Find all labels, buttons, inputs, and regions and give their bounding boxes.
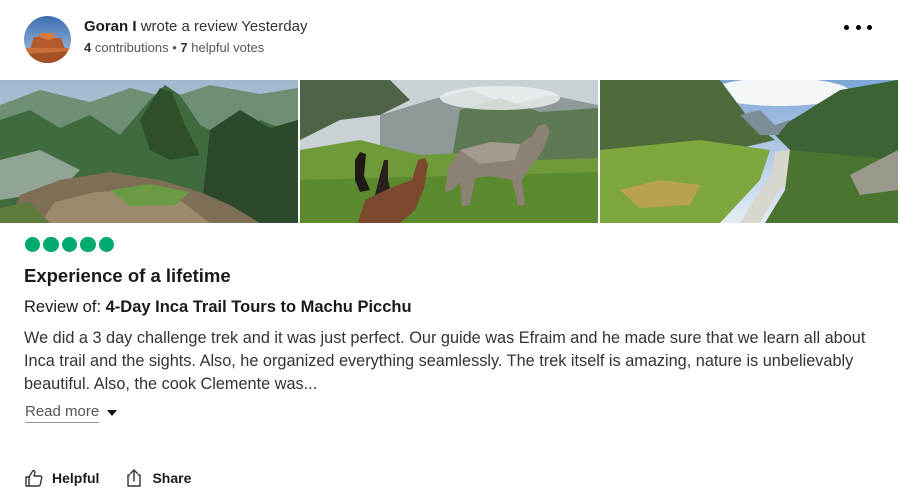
read-more-button[interactable]: Read more xyxy=(25,402,118,423)
thumbs-up-icon xyxy=(25,469,43,487)
helpful-votes-label: helpful votes xyxy=(191,40,265,55)
review-actions: Helpful Share xyxy=(24,466,216,490)
review-body: We did a 3 day challenge trek and it was… xyxy=(24,329,866,394)
read-more-label: Read more xyxy=(25,402,100,423)
avatar[interactable] xyxy=(24,16,71,63)
review-title: Experience of a lifetime xyxy=(24,265,231,286)
rating-bubble xyxy=(80,237,96,253)
more-options-icon[interactable] xyxy=(844,18,872,36)
rating-bubble xyxy=(43,237,59,253)
review-of: Review of: 4-Day Inca Trail Tours to Mac… xyxy=(24,296,412,318)
helpful-label: Helpful xyxy=(52,470,100,486)
author-stats: 4 contributions • 7 helpful votes xyxy=(84,40,264,56)
review-of-link[interactable]: 4-Day Inca Trail Tours to Machu Picchu xyxy=(106,298,412,316)
share-icon xyxy=(127,469,142,487)
llamas-photo[interactable] xyxy=(300,80,598,223)
machu-picchu-ruins-photo[interactable] xyxy=(0,80,298,223)
author-line: Goran I wrote a review Yesterday xyxy=(84,17,307,37)
stats-separator: • xyxy=(172,40,177,55)
review-header: Goran I wrote a review Yesterday 4 contr… xyxy=(24,16,876,64)
contributions-count: 4 xyxy=(84,40,92,55)
review-action-text: wrote a review Yesterday xyxy=(140,18,308,35)
author-name[interactable]: Goran I xyxy=(84,18,137,35)
contributions-label: contributions xyxy=(94,40,169,55)
avatar-image xyxy=(24,16,71,63)
river-valley-photo[interactable] xyxy=(600,80,898,223)
helpful-button[interactable]: Helpful xyxy=(24,468,99,488)
rating-bubble xyxy=(61,237,78,253)
chevron-down-icon xyxy=(107,409,118,416)
rating-bubble xyxy=(25,237,41,253)
rating-bubbles xyxy=(25,237,114,253)
helpful-votes-count: 7 xyxy=(180,40,188,55)
review-of-label: Review of: xyxy=(24,298,102,316)
share-label: Share xyxy=(152,470,192,486)
share-button[interactable]: Share xyxy=(124,468,191,488)
rating-bubble xyxy=(98,237,114,253)
photo-gallery xyxy=(0,80,900,223)
